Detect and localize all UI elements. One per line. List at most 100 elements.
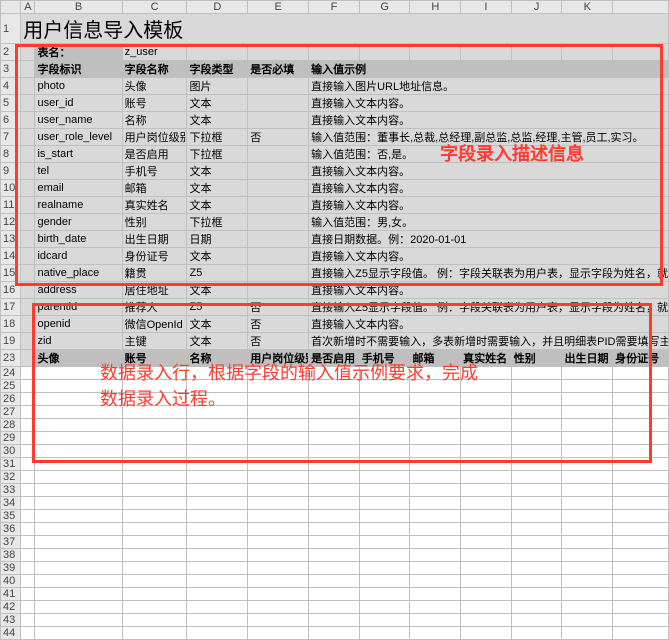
- row-header[interactable]: 19: [1, 333, 21, 350]
- cell[interactable]: [511, 549, 562, 562]
- cell[interactable]: [21, 523, 35, 536]
- cell[interactable]: [562, 614, 613, 627]
- cell[interactable]: [21, 95, 35, 112]
- cell[interactable]: [248, 78, 309, 95]
- cell[interactable]: [35, 432, 122, 445]
- cell[interactable]: 文本: [187, 197, 248, 214]
- cell[interactable]: [511, 380, 562, 393]
- cell[interactable]: [511, 536, 562, 549]
- cell[interactable]: 文本: [187, 112, 248, 129]
- cell[interactable]: [248, 163, 309, 180]
- cell[interactable]: is_start: [35, 146, 122, 163]
- cell[interactable]: [21, 248, 35, 265]
- cell[interactable]: [21, 282, 35, 299]
- cell[interactable]: tel: [35, 163, 122, 180]
- cell[interactable]: [461, 497, 512, 510]
- cell[interactable]: [359, 575, 410, 588]
- column-header[interactable]: J: [511, 1, 562, 14]
- cell[interactable]: [410, 471, 461, 484]
- cell[interactable]: 否: [248, 333, 309, 350]
- row-header[interactable]: 38: [1, 549, 21, 562]
- cell[interactable]: [21, 129, 35, 146]
- cell[interactable]: [410, 562, 461, 575]
- row-header[interactable]: 23: [1, 350, 21, 367]
- row-header[interactable]: 44: [1, 627, 21, 640]
- cell[interactable]: [248, 231, 309, 248]
- cell[interactable]: [187, 445, 248, 458]
- cell[interactable]: [21, 471, 35, 484]
- column-header[interactable]: [1, 1, 21, 14]
- cell[interactable]: [562, 510, 613, 523]
- cell[interactable]: [248, 575, 309, 588]
- cell[interactable]: [461, 44, 512, 61]
- cell[interactable]: 邮箱: [410, 350, 461, 367]
- row-header[interactable]: 13: [1, 231, 21, 248]
- cell[interactable]: [35, 484, 122, 497]
- cell[interactable]: [359, 458, 410, 471]
- cell[interactable]: [187, 614, 248, 627]
- row-header[interactable]: 18: [1, 316, 21, 333]
- cell[interactable]: [248, 112, 309, 129]
- cell[interactable]: [562, 419, 613, 432]
- cell[interactable]: [309, 549, 360, 562]
- row-header[interactable]: 5: [1, 95, 21, 112]
- row-header[interactable]: 9: [1, 163, 21, 180]
- cell[interactable]: 直接输入文本内容。: [309, 112, 669, 129]
- cell[interactable]: [248, 614, 309, 627]
- row-header[interactable]: 16: [1, 282, 21, 299]
- cell[interactable]: [122, 497, 187, 510]
- cell[interactable]: 字段类型: [187, 61, 248, 78]
- cell[interactable]: [461, 510, 512, 523]
- cell[interactable]: [410, 588, 461, 601]
- cell[interactable]: [248, 497, 309, 510]
- cell[interactable]: openid: [35, 316, 122, 333]
- cell[interactable]: 性别: [511, 350, 562, 367]
- cell[interactable]: 用户岗位级别: [122, 129, 187, 146]
- cell[interactable]: [410, 393, 461, 406]
- column-header[interactable]: E: [248, 1, 309, 14]
- cell[interactable]: [511, 510, 562, 523]
- cell[interactable]: [21, 536, 35, 549]
- cell[interactable]: [359, 497, 410, 510]
- cell[interactable]: [187, 484, 248, 497]
- cell[interactable]: [21, 299, 35, 316]
- cell[interactable]: [562, 406, 613, 419]
- cell[interactable]: [359, 432, 410, 445]
- row-header[interactable]: 32: [1, 471, 21, 484]
- cell[interactable]: [309, 575, 360, 588]
- cell[interactable]: [122, 588, 187, 601]
- cell[interactable]: [309, 471, 360, 484]
- cell[interactable]: [511, 614, 562, 627]
- row-header[interactable]: 17: [1, 299, 21, 316]
- cell[interactable]: Z5: [187, 265, 248, 282]
- cell[interactable]: [309, 614, 360, 627]
- cell[interactable]: [35, 588, 122, 601]
- row-header[interactable]: 4: [1, 78, 21, 95]
- cell[interactable]: [122, 406, 187, 419]
- cell[interactable]: [21, 333, 35, 350]
- cell[interactable]: 真实姓名: [461, 350, 512, 367]
- cell[interactable]: 否: [248, 316, 309, 333]
- cell[interactable]: [461, 458, 512, 471]
- row-header[interactable]: 26: [1, 393, 21, 406]
- cell[interactable]: 手机号: [359, 350, 410, 367]
- cell[interactable]: [613, 549, 669, 562]
- cell[interactable]: 日期: [187, 231, 248, 248]
- cell[interactable]: [309, 627, 360, 640]
- cell[interactable]: [122, 536, 187, 549]
- cell[interactable]: [248, 484, 309, 497]
- cell[interactable]: [122, 471, 187, 484]
- cell[interactable]: [511, 458, 562, 471]
- cell[interactable]: zid: [35, 333, 122, 350]
- row-header[interactable]: 7: [1, 129, 21, 146]
- cell[interactable]: [562, 523, 613, 536]
- cell[interactable]: [21, 497, 35, 510]
- cell[interactable]: [562, 432, 613, 445]
- column-header[interactable]: G: [359, 1, 410, 14]
- spreadsheet[interactable]: ABCDEFGHIJK 1用户信息导入模板2表名：z_user3字段标识字段名称…: [0, 0, 669, 640]
- column-header[interactable]: B: [35, 1, 122, 14]
- cell[interactable]: [187, 406, 248, 419]
- cell[interactable]: [187, 380, 248, 393]
- cell[interactable]: [309, 432, 360, 445]
- cell[interactable]: [461, 601, 512, 614]
